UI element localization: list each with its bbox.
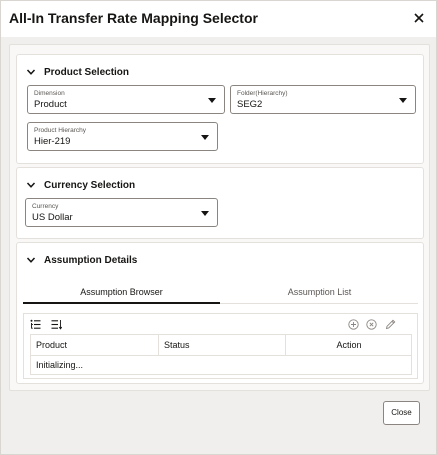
currency-selection-section: Currency Selection Currency US Dollar xyxy=(16,167,424,239)
add-icon[interactable] xyxy=(348,319,359,330)
column-header-action[interactable]: Action xyxy=(286,335,412,355)
remove-icon[interactable] xyxy=(366,319,377,330)
collapse-all-icon[interactable] xyxy=(51,319,62,330)
field-label: Folder(Hierarchy) xyxy=(237,90,288,97)
assumption-details-toggle[interactable]: Assumption Details xyxy=(26,252,137,268)
chevron-down-icon xyxy=(26,257,36,263)
field-label: Product Hierarchy xyxy=(34,127,87,134)
product-hierarchy-select[interactable]: Product Hierarchy Hier-219 xyxy=(27,122,218,151)
field-value: Hier-219 xyxy=(34,136,71,147)
caret-down-icon xyxy=(201,135,209,140)
close-icon[interactable] xyxy=(412,11,426,25)
header-divider xyxy=(31,355,411,356)
assumption-tabs: Assumption Browser Assumption List xyxy=(23,281,418,304)
close-button[interactable]: Close xyxy=(383,401,420,425)
column-header-status[interactable]: Status xyxy=(159,335,285,355)
dialog: All-In Transfer Rate Mapping Selector Pr… xyxy=(0,0,437,455)
product-selection-toggle[interactable]: Product Selection xyxy=(26,64,129,80)
currency-select[interactable]: Currency US Dollar xyxy=(25,198,218,227)
assumption-details-section: Assumption Details Assumption Browser As… xyxy=(16,242,424,384)
dimension-select[interactable]: Dimension Product xyxy=(27,85,225,114)
status-message: Initializing... xyxy=(36,360,84,370)
caret-down-icon xyxy=(201,211,209,216)
folder-hierarchy-select[interactable]: Folder(Hierarchy) SEG2 xyxy=(230,85,416,114)
assumption-table: Product Status Action Initializing... xyxy=(30,334,412,375)
section-title: Currency Selection xyxy=(44,179,136,191)
assumption-browser-panel: Product Status Action Initializing... xyxy=(23,313,418,379)
dialog-title: All-In Transfer Rate Mapping Selector xyxy=(9,10,258,26)
tab-assumption-list[interactable]: Assumption List xyxy=(221,281,418,304)
column-header-product[interactable]: Product xyxy=(31,335,158,355)
section-title: Product Selection xyxy=(44,66,130,78)
chevron-down-icon xyxy=(26,182,36,188)
dialog-header: All-In Transfer Rate Mapping Selector xyxy=(1,1,436,37)
tab-assumption-browser[interactable]: Assumption Browser xyxy=(23,281,220,304)
field-label: Currency xyxy=(32,203,59,210)
dialog-content: Product Selection Dimension Product Fold… xyxy=(9,44,430,391)
chevron-down-icon xyxy=(26,69,36,75)
edit-icon[interactable] xyxy=(385,319,396,330)
caret-down-icon xyxy=(399,98,407,103)
currency-selection-toggle[interactable]: Currency Selection xyxy=(26,177,135,193)
caret-down-icon xyxy=(208,98,216,103)
field-value: Product xyxy=(34,99,67,110)
field-value: SEG2 xyxy=(237,99,263,110)
section-title: Assumption Details xyxy=(44,254,138,266)
field-label: Dimension xyxy=(34,90,65,97)
product-selection-section: Product Selection Dimension Product Fold… xyxy=(16,54,424,164)
expand-all-icon[interactable] xyxy=(30,319,41,330)
field-value: US Dollar xyxy=(32,212,73,223)
